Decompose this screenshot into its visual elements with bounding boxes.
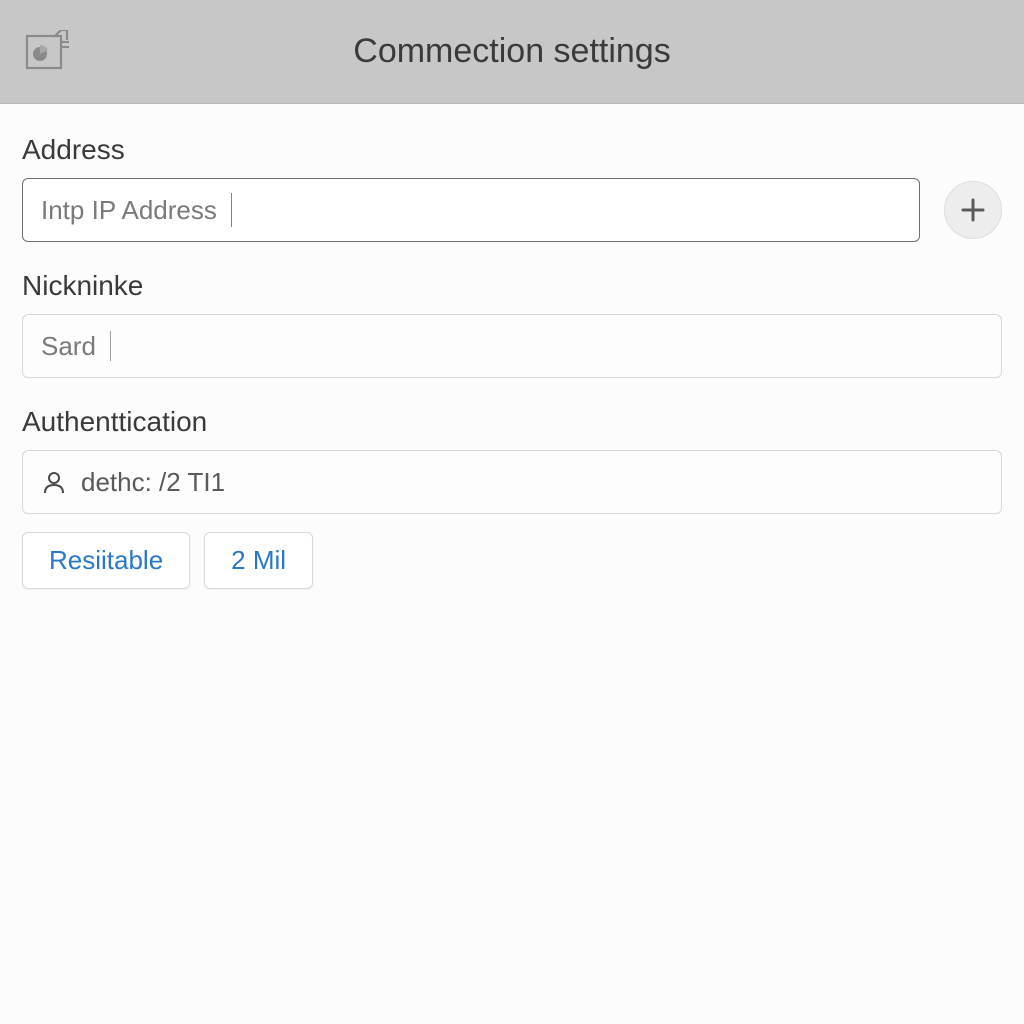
twomil-button[interactable]: 2 Mil: [204, 532, 313, 589]
add-button[interactable]: [944, 181, 1002, 239]
text-cursor: [231, 193, 233, 227]
content: Address Intp IP Address Nickninke Sard: [0, 104, 1024, 647]
resiitable-button[interactable]: Resiitable: [22, 532, 190, 589]
plus-icon: [960, 197, 986, 223]
button-row: Resiitable 2 Mil: [22, 532, 1002, 589]
address-field-group: Address Intp IP Address: [22, 134, 1002, 242]
authentication-input[interactable]: dethc: /2 TI1: [22, 450, 1002, 514]
address-row: Intp IP Address: [22, 178, 1002, 242]
page-title: Commection settings: [20, 32, 1004, 71]
authentication-field-group: Authenttication dethc: /2 TI1 Resiitable…: [22, 406, 1002, 589]
address-input[interactable]: Intp IP Address: [22, 178, 920, 242]
authentication-value: dethc: /2 TI1: [81, 467, 225, 498]
address-label: Address: [22, 134, 1002, 166]
nickname-field-group: Nickninke Sard: [22, 270, 1002, 378]
nickname-label: Nickninke: [22, 270, 1002, 302]
user-icon: [41, 469, 67, 495]
authentication-label: Authenttication: [22, 406, 1002, 438]
nickname-input[interactable]: Sard: [22, 314, 1002, 378]
nickname-value: Sard: [41, 331, 96, 362]
header: Commection settings: [0, 0, 1024, 104]
text-cursor: [110, 331, 112, 361]
address-placeholder-text: Intp IP Address: [41, 195, 217, 226]
